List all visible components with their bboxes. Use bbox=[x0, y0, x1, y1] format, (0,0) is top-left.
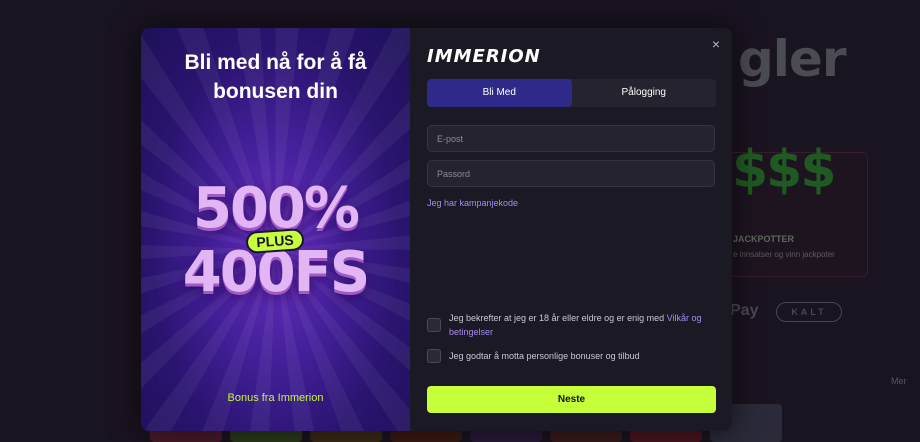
jackpot-title: JACKPOTTER bbox=[733, 234, 795, 244]
brand-logo: IMMERION bbox=[427, 46, 541, 67]
jackpot-dollar-graphic: $$$ bbox=[732, 140, 837, 200]
promo-title: Bli med nå for å få bonusen din bbox=[184, 51, 367, 103]
terms-checkbox[interactable] bbox=[427, 318, 441, 332]
promo-caption: Bonus fra Immerion bbox=[227, 392, 324, 404]
jackpot-subtitle: e innsatser og vinn jackpoter bbox=[733, 250, 835, 259]
terms-consent-row: Jeg bekrefter at jeg er 18 år eller eldr… bbox=[427, 311, 711, 339]
payment-logo-pay: Pay bbox=[730, 302, 759, 319]
next-button[interactable]: Neste bbox=[427, 386, 716, 413]
signup-modal: Bli med nå for å få bonusen din 500% 400… bbox=[141, 28, 732, 431]
password-field[interactable] bbox=[427, 160, 715, 187]
terms-consent-label: Jeg bekrefter at jeg er 18 år eller eldr… bbox=[449, 313, 665, 323]
signup-form-panel: IMMERION × Bli Med Pålogging Jeg har kam… bbox=[410, 28, 732, 431]
bonus-consent-row: Jeg godtar å motta personlige bonuser og… bbox=[427, 349, 711, 363]
bonus-consent-label: Jeg godtar å motta personlige bonuser og… bbox=[449, 351, 640, 361]
email-field[interactable] bbox=[427, 125, 715, 152]
tab-signup[interactable]: Bli Med bbox=[427, 79, 572, 107]
campaign-code-link[interactable]: Jeg har kampanjekode bbox=[427, 198, 518, 208]
more-link[interactable]: Mer bbox=[891, 376, 907, 386]
payment-logo-klarna: KALT bbox=[776, 302, 842, 322]
promo-panel: Bli med nå for å få bonusen din 500% 400… bbox=[141, 28, 410, 431]
tab-login[interactable]: Pålogging bbox=[572, 79, 717, 107]
promo-plus-badge: PLUS bbox=[245, 228, 305, 254]
background-heading: gler bbox=[738, 30, 846, 88]
bonus-checkbox[interactable] bbox=[427, 349, 441, 363]
terms-consent-text: Jeg bekrefter at jeg er 18 år eller eldr… bbox=[449, 311, 711, 339]
auth-tabs: Bli Med Pålogging bbox=[427, 79, 716, 107]
close-icon[interactable]: × bbox=[709, 37, 723, 51]
